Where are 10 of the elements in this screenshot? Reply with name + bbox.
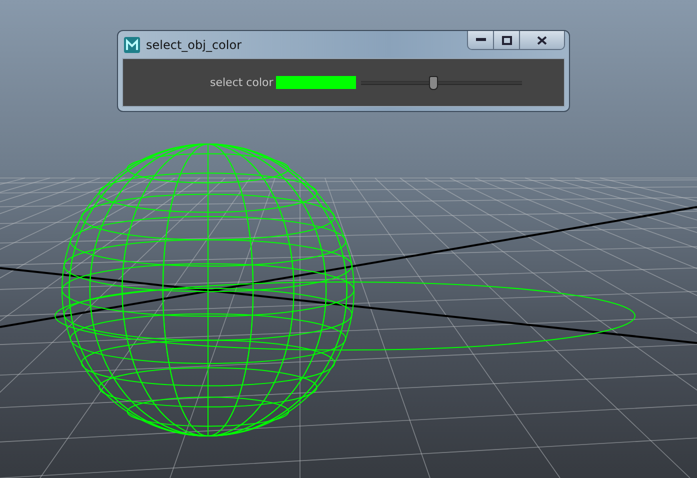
close-button[interactable]	[520, 31, 564, 49]
slider-thumb[interactable]	[428, 76, 438, 90]
app-logo-icon	[124, 36, 140, 52]
maximize-icon	[502, 36, 512, 44]
slider-label: select color	[210, 76, 274, 89]
close-icon	[537, 36, 547, 44]
maximize-button[interactable]	[494, 31, 520, 49]
minimize-button[interactable]	[468, 31, 494, 49]
minimize-icon	[476, 38, 486, 42]
window-title: select_obj_color	[146, 38, 242, 52]
